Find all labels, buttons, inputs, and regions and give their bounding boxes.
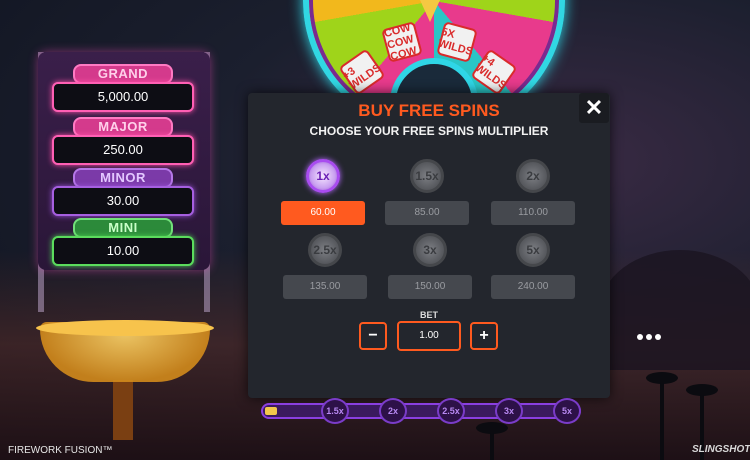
jackpot-grand: GRAND 5,000.00	[52, 64, 194, 112]
price-button[interactable]: 150.00	[388, 275, 472, 299]
multiplier-badge[interactable]: 1x	[306, 159, 340, 193]
jackpot-value: 250.00	[52, 135, 194, 165]
palm-tree	[646, 372, 678, 460]
jackpot-value: 30.00	[52, 186, 194, 216]
jackpot-minor: MINOR 30.00	[52, 168, 194, 216]
price-button[interactable]: 110.00	[491, 201, 575, 225]
bet-increase-button[interactable]: +	[470, 322, 498, 350]
multiplier-badge[interactable]: 3x	[413, 233, 447, 267]
jackpot-major: MAJOR 250.00	[52, 117, 194, 165]
multiplier-option-3x[interactable]: 3x 150.00	[388, 233, 472, 299]
multiplier-option-1x[interactable]: 1x 60.00	[281, 159, 365, 225]
bet-value-field[interactable]: 1.00	[397, 321, 461, 351]
dialog-subtitle: CHOOSE YOUR FREE SPINS MULTIPLIER	[309, 124, 549, 138]
multiplier-track	[261, 403, 581, 419]
jackpot-label: GRAND	[73, 64, 173, 84]
multiplier-badge[interactable]: 5x	[516, 233, 550, 267]
bowl-stand	[113, 380, 133, 440]
price-button[interactable]: 85.00	[385, 201, 469, 225]
dot-icon	[655, 334, 661, 340]
track-node: 1.5x	[321, 398, 349, 424]
jackpot-label: MAJOR	[73, 117, 173, 137]
bet-decrease-button[interactable]: −	[359, 322, 387, 350]
jackpot-mini: MINI 10.00	[52, 218, 194, 266]
jackpot-value: 10.00	[52, 236, 194, 266]
background-hill	[600, 250, 750, 370]
buy-free-spins-dialog: BUY FREE SPINS CHOOSE YOUR FREE SPINS MU…	[248, 93, 610, 398]
bet-label: BET	[420, 310, 438, 320]
jackpot-label: MINI	[73, 218, 173, 238]
multiplier-option-2-5x[interactable]: 2.5x 135.00	[283, 233, 367, 299]
multiplier-option-5x[interactable]: 5x 240.00	[491, 233, 575, 299]
dot-icon	[646, 334, 652, 340]
track-start-marker	[265, 407, 277, 415]
price-button[interactable]: 60.00	[281, 201, 365, 225]
close-icon: ✕	[584, 95, 604, 120]
dialog-title: BUY FREE SPINS	[358, 101, 500, 120]
brand-logo: SLINGSHOT	[692, 444, 750, 455]
multiplier-option-2x[interactable]: 2x 110.00	[491, 159, 575, 225]
wheel-pointer	[420, 0, 440, 22]
multiplier-badge[interactable]: 2.5x	[308, 233, 342, 267]
palm-tree	[476, 422, 508, 460]
price-button[interactable]: 135.00	[283, 275, 367, 299]
track-node: 2x	[379, 398, 407, 424]
track-node: 3x	[495, 398, 523, 424]
game-title: FIREWORK FUSION™	[8, 445, 113, 456]
multiplier-option-1-5x[interactable]: 1.5x 85.00	[385, 159, 469, 225]
track-node: 2.5x	[437, 398, 465, 424]
multiplier-badge[interactable]: 2x	[516, 159, 550, 193]
more-options-button[interactable]	[632, 330, 666, 344]
track-node: 5x	[553, 398, 581, 424]
close-button[interactable]: ✕	[579, 93, 609, 123]
gold-bowl-rim	[36, 320, 214, 336]
price-button[interactable]: 240.00	[491, 275, 575, 299]
dot-icon	[637, 334, 643, 340]
jackpot-value: 5,000.00	[52, 82, 194, 112]
jackpot-label: MINOR	[73, 168, 173, 188]
multiplier-badge[interactable]: 1.5x	[410, 159, 444, 193]
